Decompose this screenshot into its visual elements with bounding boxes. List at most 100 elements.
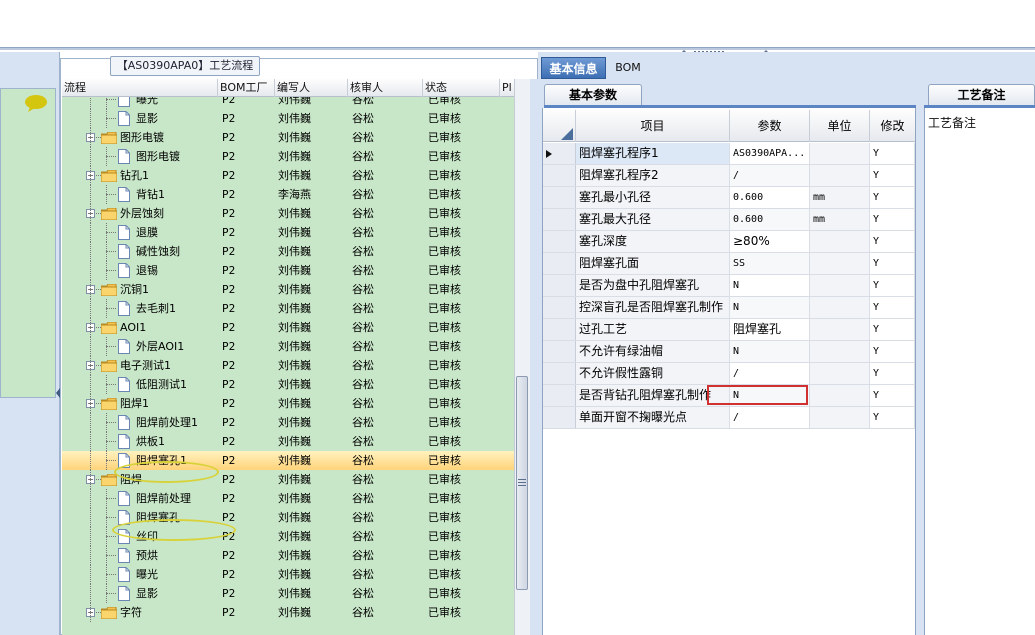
grid-cell-param[interactable]: SS	[730, 253, 810, 274]
row-header[interactable]	[543, 407, 576, 428]
grid-row[interactable]: 不允许有绿油帽 N Y	[543, 341, 915, 363]
tree-row[interactable]: 碱性蚀刻 P2 刘伟巍 谷松 已审核	[62, 242, 514, 261]
tree-row[interactable]: − 电子测试1 P2 刘伟巍 谷松 已审核	[62, 356, 514, 375]
col-header-pl[interactable]: Pl	[500, 79, 514, 97]
tree-row[interactable]: − AOI1 P2 刘伟巍 谷松 已审核	[62, 318, 514, 337]
tree-row-name: 阻焊前处理	[136, 492, 191, 505]
grid-cell-param[interactable]: 0.600	[730, 209, 810, 230]
document-icon	[118, 244, 130, 259]
tree-connector	[90, 223, 91, 242]
grid-cell-param[interactable]: ≥80%	[730, 231, 810, 252]
tree-row[interactable]: 外层AOI1 P2 刘伟巍 谷松 已审核	[62, 337, 514, 356]
tree-row[interactable]: 曝光 P2 刘伟巍 谷松 已审核	[62, 565, 514, 584]
col-header-writer[interactable]: 编写人	[275, 79, 348, 97]
tree-row-reviewer: 谷松	[352, 435, 374, 448]
grid-cell-param[interactable]: /	[730, 407, 810, 428]
grid-cell-param[interactable]: N	[730, 341, 810, 362]
tree-connector	[90, 337, 91, 356]
row-header[interactable]	[543, 253, 576, 274]
col-header-status[interactable]: 状态	[423, 79, 500, 97]
tree-row[interactable]: − 钻孔1 P2 刘伟巍 谷松 已审核	[62, 166, 514, 185]
grid-row[interactable]: 是否为盘中孔阻焊塞孔 N Y	[543, 275, 915, 297]
row-header[interactable]	[543, 319, 576, 340]
tree-row[interactable]: 去毛刺1 P2 刘伟巍 谷松 已审核	[62, 299, 514, 318]
grid-row[interactable]: 塞孔深度 ≥80% Y	[543, 231, 915, 253]
col-header-bom[interactable]: BOM工厂	[218, 79, 275, 97]
row-header[interactable]	[543, 385, 576, 406]
tree-row-status: 已审核	[428, 283, 461, 296]
row-header[interactable]	[543, 275, 576, 296]
tree-row-status: 已审核	[428, 245, 461, 258]
grid-row[interactable]: 阻焊塞孔程序1 AS0390APA... Y	[543, 143, 915, 165]
tab-process-remark[interactable]: 工艺备注	[928, 84, 1035, 106]
grid-cell-param[interactable]: N	[730, 275, 810, 296]
tree-row[interactable]: − 阻焊1 P2 刘伟巍 谷松 已审核	[62, 394, 514, 413]
tree-row-reviewer: 谷松	[352, 131, 374, 144]
row-header[interactable]	[543, 363, 576, 384]
row-header[interactable]	[543, 231, 576, 252]
tree-row-bom: P2	[222, 226, 236, 239]
grid-row[interactable]: 单面开窗不掬曝光点 / Y	[543, 407, 915, 429]
tree-row[interactable]: 退锡 P2 刘伟巍 谷松 已审核	[62, 261, 514, 280]
tree-row[interactable]: 退膜 P2 刘伟巍 谷松 已审核	[62, 223, 514, 242]
tree-row[interactable]: 预烘 P2 刘伟巍 谷松 已审核	[62, 546, 514, 565]
tree-row[interactable]: 阻焊前处理 P2 刘伟巍 谷松 已审核	[62, 489, 514, 508]
grid-row[interactable]: 不允许假性露铜 / Y	[543, 363, 915, 385]
tree-row[interactable]: 阻焊前处理1 P2 刘伟巍 谷松 已审核	[62, 413, 514, 432]
grid-cell-item: 塞孔深度	[576, 231, 730, 252]
splitter-gutter[interactable]	[530, 79, 538, 635]
grid-row[interactable]: 控深盲孔是否阻焊塞孔制作 N Y	[543, 297, 915, 319]
grid-row[interactable]: 阻焊塞孔面 SS Y	[543, 253, 915, 275]
tree-row[interactable]: 图形电镀 P2 刘伟巍 谷松 已审核	[62, 147, 514, 166]
grid-row[interactable]: 塞孔最小孔径 0.600 mm Y	[543, 187, 915, 209]
col-header-param[interactable]: 参数	[730, 110, 810, 142]
tree-row[interactable]: 曝光 P2 刘伟巍 谷松 已审核	[62, 97, 514, 109]
grid-cell-param[interactable]: /	[730, 165, 810, 186]
tree-row[interactable]: 低阻测试1 P2 刘伟巍 谷松 已审核	[62, 375, 514, 394]
chat-bubble-icon[interactable]	[24, 94, 48, 112]
col-header-process[interactable]: 流程	[62, 79, 218, 97]
tree-row-status: 已审核	[428, 169, 461, 182]
tree-row-bom: P2	[222, 587, 236, 600]
row-header[interactable]	[543, 341, 576, 362]
grid-row[interactable]: 阻焊塞孔程序2/ Y	[543, 165, 915, 187]
tree-row[interactable]: − 图形电镀 P2 刘伟巍 谷松 已审核	[62, 128, 514, 147]
grid-cell-param[interactable]: AS0390APA...	[730, 143, 810, 164]
document-icon	[118, 415, 130, 430]
tree-connector	[90, 242, 91, 261]
grid-row[interactable]: 过孔工艺 阻焊塞孔 Y	[543, 319, 915, 341]
row-header[interactable]	[543, 209, 576, 230]
grid-cell-param[interactable]: 阻焊塞孔	[730, 319, 810, 340]
row-header[interactable]	[543, 165, 576, 186]
tree-row-name: 曝光	[136, 568, 158, 581]
tree-row[interactable]: − 外层蚀刻 P2 刘伟巍 谷松 已审核	[62, 204, 514, 223]
splitter-gutter[interactable]	[916, 84, 924, 635]
col-header-item[interactable]: 项目	[576, 110, 730, 142]
grid-row[interactable]: 塞孔最大孔径 0.600 mm Y	[543, 209, 915, 231]
tree-row-writer: 刘伟巍	[278, 359, 311, 372]
tree-row-bom: P2	[222, 359, 236, 372]
tab-basic-info[interactable]: 基本信息	[541, 57, 606, 79]
col-header-edit[interactable]: 修改	[870, 110, 915, 142]
tree-row[interactable]: 显影 P2 刘伟巍 谷松 已审核	[62, 109, 514, 128]
tab-basic-params[interactable]: 基本参数	[544, 84, 642, 106]
grid-cell-param[interactable]: N	[730, 297, 810, 318]
col-header-unit[interactable]: 单位	[810, 110, 870, 142]
tree-connector	[106, 536, 116, 537]
tree-row-bom: P2	[222, 283, 236, 296]
grid-cell-param[interactable]: 0.600	[730, 187, 810, 208]
tree-row-writer: 刘伟巍	[278, 397, 311, 410]
tree-connector	[106, 441, 116, 442]
grid-cell-item: 阻焊塞孔程序2	[576, 165, 730, 186]
row-header[interactable]	[543, 187, 576, 208]
tree-row[interactable]: 背钻1 P2 李海燕 谷松 已审核	[62, 185, 514, 204]
tree-row[interactable]: 显影 P2 刘伟巍 谷松 已审核	[62, 584, 514, 603]
tree-row[interactable]: 烘板1 P2 刘伟巍 谷松 已审核	[62, 432, 514, 451]
row-header[interactable]	[543, 297, 576, 318]
grid-cell-param[interactable]: /	[730, 363, 810, 384]
folder-icon	[101, 132, 117, 144]
col-header-reviewer[interactable]: 核审人	[348, 79, 423, 97]
tab-bom[interactable]: BOM	[610, 57, 646, 79]
tree-row[interactable]: − 字符 P2 刘伟巍 谷松 已审核	[62, 603, 514, 622]
tree-row[interactable]: − 沉铜1 P2 刘伟巍 谷松 已审核	[62, 280, 514, 299]
